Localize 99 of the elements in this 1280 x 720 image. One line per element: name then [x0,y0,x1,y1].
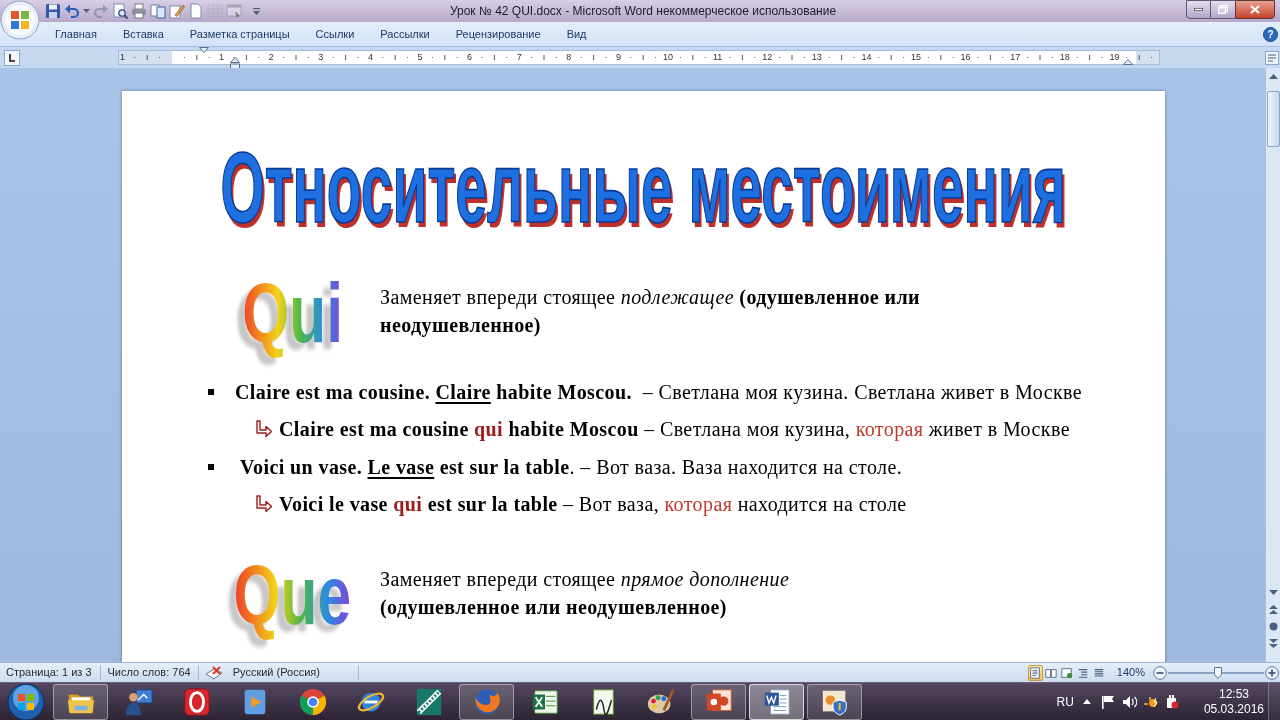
print-layout-icon [1029,666,1042,679]
plug-icon[interactable] [1164,693,1179,710]
ruler-number: 18 [1059,51,1070,64]
browse-object-icon[interactable] [1268,622,1278,631]
minimize-icon [1194,8,1203,11]
customize-caret-icon[interactable] [253,7,260,15]
ruler-number: 15 [911,51,921,64]
ruler-number: 3 [318,51,324,64]
start-button[interactable] [7,682,45,720]
flag-icon[interactable] [1100,694,1115,709]
person-board-icon[interactable] [123,686,154,717]
segmented-circle-icon[interactable] [297,686,328,717]
example-sentence: Claire est ma cousine qui habite Moscou – Светлана моя кузина, которая живет в Москве [279,417,1070,443]
pen-page-icon[interactable] [169,3,185,19]
ruler-number: 11 [712,51,723,64]
outline-icon [1077,666,1090,679]
ruler-number: 8 [566,51,572,64]
taskbar-button[interactable] [691,683,746,720]
help-button[interactable]: ? [1263,26,1278,42]
ruler-number: 9 [615,51,621,64]
ruler-number: 5 [417,51,423,64]
ruler-number: 12 [762,51,773,64]
save-icon[interactable] [45,3,61,19]
draft-icon [1093,666,1106,679]
ribbon-tab[interactable]: Ссылки [302,23,368,45]
page-count[interactable]: Страница: 1 из 3 [0,664,100,681]
ribbon-tab[interactable]: Разметка страницы [176,23,303,45]
ruler-number: 6 [467,51,473,64]
taskbar-button[interactable] [53,683,108,720]
print-preview-icon[interactable] [112,3,128,19]
ruler-number: 1 [119,51,125,64]
example-sentence: Voici le vase qui est sur la table – Вот ваза, которая находится на столе [279,492,907,518]
zoom-out-icon[interactable] [1153,665,1167,680]
hooked-arrow-icon [255,420,273,439]
zoom-slider-thumb[interactable] [1213,666,1222,679]
pages-icon[interactable] [150,3,166,19]
description-text: Заменяет впереди стоящее подлежащее (одушевленное или неодушевленное) [380,285,921,339]
ribbon-tab[interactable]: Главная [42,23,110,45]
indent-marker-icon[interactable] [230,57,240,69]
language-status[interactable]: Русский (Россия) [232,664,358,681]
taskbar-button[interactable] [807,683,862,720]
scroll-thumb[interactable] [1266,91,1280,147]
word-count[interactable]: Число слов: 764 [100,664,198,681]
ruler-number: 2 [268,51,274,64]
ruler-number: 10 [663,51,673,64]
example-sentence: Claire est ma cousine. Claire habite Moscou. – Светлана моя кузина. Светлана живет в Москве [235,379,1083,405]
ruler-number: 13 [811,51,822,64]
ruler-number: 14 [861,51,872,64]
taskbar-button[interactable] [459,683,514,720]
ring-icon[interactable] [181,686,212,717]
ruler-number: 17 [1010,51,1021,64]
minimize-button[interactable] [1186,0,1211,19]
ribbon-tab[interactable]: Рассылки [367,23,443,45]
ruler-toggle-icon[interactable] [1265,50,1279,65]
book-icon [1045,666,1058,679]
caret-up-icon[interactable] [1082,699,1091,704]
previous-page-icon[interactable] [1268,605,1278,614]
proofing-icon[interactable] [204,665,223,680]
show-desktop-button[interactable] [1268,683,1280,720]
view-button[interactable] [1027,664,1043,681]
bullet-icon [208,463,214,470]
ruler-number: 16 [960,51,971,64]
ruler-number: 4 [367,51,373,64]
ruler-number: 19 [1109,51,1120,64]
ribbon-tab[interactable]: Вид [553,23,600,45]
hooked-arrow-icon [255,495,273,514]
wordart-title: Относительные местоимения [219,135,1068,245]
speaker-icon[interactable] [1121,694,1138,709]
scroll-down-icon[interactable] [1268,590,1278,595]
clock-time[interactable]: 12:53 [1218,686,1249,702]
page-icon[interactable] [188,3,204,19]
zoom-level[interactable]: 140% [1116,664,1145,681]
zoom-slider[interactable] [1168,665,1264,680]
bullet-icon [208,388,214,395]
maximize-button[interactable] [1211,0,1235,19]
caret-icon[interactable] [83,9,90,13]
description-text: Заменяет впереди стоящее прямое дополнение (одушевленное или неодушевленное) [380,567,791,621]
input-language[interactable]: RU [1056,692,1074,711]
ruler-number: 1 [219,51,225,64]
scroll-up-icon[interactable] [1268,74,1278,79]
undo-icon[interactable] [64,3,80,19]
indent-marker-icon[interactable] [1123,59,1133,65]
tab-selector-icon[interactable] [4,49,20,66]
next-page-icon[interactable] [1268,639,1278,648]
ribbon-tab[interactable]: Рецензирование [442,23,554,45]
example-sentence: Voici un vase. Le vase est sur la table. – Вот ваза. Ваза находится на столе. [239,454,903,480]
window-title: Урок № 42 QUI.docx - Microsoft Word некоммерческое использование [448,3,837,20]
printer-icon[interactable] [131,3,147,19]
ribbon-tab[interactable]: Вставка [109,23,177,45]
taskbar-button[interactable] [749,683,804,720]
spark-icon[interactable] [1142,694,1159,709]
ruler-number: 7 [516,51,522,64]
restore-icon [1218,5,1228,14]
web-page-icon [1061,666,1074,679]
zoom-in-icon[interactable] [1265,665,1279,680]
vertical-scrollbar[interactable] [1265,68,1280,662]
close-icon [1250,5,1260,14]
clock-date[interactable]: 05.03.2016 [1203,701,1264,717]
close-button[interactable] [1235,0,1275,19]
